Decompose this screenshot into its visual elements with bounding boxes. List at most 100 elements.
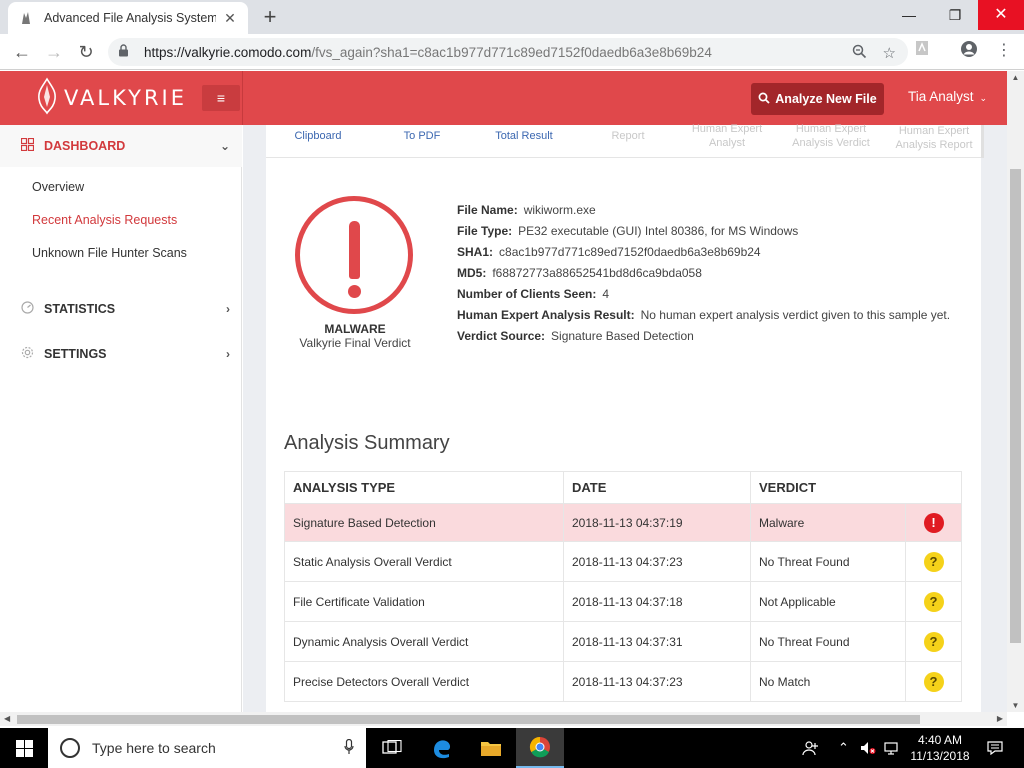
sidebar-settings-label: SETTINGS: [44, 347, 107, 361]
tab-title: Advanced File Analysis System | V: [44, 11, 216, 25]
scroll-down-arrow-icon[interactable]: ▼: [1007, 701, 1024, 710]
chevron-right-icon: ›: [226, 302, 230, 316]
analysis-summary-title: Analysis Summary: [284, 432, 450, 454]
menu-toggle-button[interactable]: ≡: [202, 85, 240, 111]
horizontal-scrollbar[interactable]: ◀ ▶: [0, 712, 1007, 726]
browser-menu-icon[interactable]: ⋮: [996, 40, 1012, 60]
tool-label: Clipboard: [294, 130, 342, 142]
column-header-verdict: VERDICT: [750, 471, 962, 504]
restore-window-button[interactable]: ❐: [932, 0, 978, 30]
scroll-right-arrow-icon[interactable]: ▶: [997, 712, 1003, 726]
sidebar-dashboard-label: DASHBOARD: [44, 139, 126, 153]
close-window-button[interactable]: ✕: [978, 0, 1024, 30]
table-row: File Certificate Validation 2018-11-13 0…: [284, 581, 962, 622]
reload-icon[interactable]: ↻: [74, 40, 98, 64]
zoom-icon[interactable]: [852, 44, 867, 63]
task-view-icon[interactable]: [368, 728, 416, 768]
cell-analysis-type: Signature Based Detection: [284, 503, 564, 542]
cell-date: 2018-11-13 04:37:23: [563, 661, 751, 702]
cell-date: 2018-11-13 04:37:19: [563, 503, 751, 542]
verdict-label: MALWARE: [324, 322, 386, 336]
file-info-value: PE32 executable (GUI) Intel 80386, for M…: [518, 224, 799, 238]
cell-analysis-type: Static Analysis Overall Verdict: [284, 541, 564, 582]
table-row: Precise Detectors Overall Verdict 2018-1…: [284, 661, 962, 702]
bookmark-star-icon[interactable]: ☆: [883, 44, 896, 63]
vertical-scrollbar[interactable]: ▲ ▼: [1007, 71, 1024, 712]
chevron-down-icon: ⌄: [979, 93, 988, 103]
user-menu[interactable]: Tia Analyst ⌄: [908, 89, 987, 104]
taskbar-search-box[interactable]: Type here to search: [48, 728, 366, 768]
analyze-new-file-button[interactable]: Analyze New File: [751, 83, 884, 115]
question-mark-icon: ?: [923, 591, 944, 612]
scroll-thumb[interactable]: [17, 715, 920, 724]
clock-time: 4:40 AM: [917, 733, 963, 747]
file-info-value: Signature Based Detection: [551, 329, 694, 343]
table-row: Dynamic Analysis Overall Verdict 2018-11…: [284, 621, 962, 662]
network-icon[interactable]: [884, 728, 900, 768]
cell-verdict: No Threat Found: [750, 621, 906, 662]
table-header-row: ANALYSIS TYPE DATE VERDICT: [284, 471, 962, 504]
sidebar-item-overview[interactable]: Overview: [32, 180, 84, 194]
verdict-subtitle: Valkyrie Final Verdict: [299, 336, 411, 350]
action-center-icon[interactable]: [980, 728, 1010, 768]
tool-label: Human Expert: [898, 125, 970, 137]
file-info-value: No human expert analysis verdict given t…: [640, 308, 951, 322]
tool-label: Analysis Verdict: [792, 137, 870, 149]
cell-verdict: Malware: [750, 503, 906, 542]
cell-date: 2018-11-13 04:37:31: [563, 621, 751, 662]
profile-avatar-icon[interactable]: [960, 40, 978, 63]
pdf-extension-icon[interactable]: [914, 40, 930, 61]
table-row: Signature Based Detection 2018-11-13 04:…: [284, 503, 962, 542]
clock-date: 11/13/2018: [910, 749, 970, 763]
people-icon[interactable]: [802, 728, 820, 768]
tool-copy-clipboard[interactable]: Clipboard: [285, 129, 351, 143]
tool-human-expert-analyst: Human Expert Analyst: [684, 122, 770, 150]
browser-tab[interactable]: Advanced File Analysis System | V ✕: [8, 2, 248, 34]
edge-browser-icon[interactable]: [418, 728, 466, 768]
url-host: https://valkyrie.comodo.com: [144, 44, 312, 60]
cell-analysis-type: Precise Detectors Overall Verdict: [284, 661, 564, 702]
table-row: Static Analysis Overall Verdict 2018-11-…: [284, 541, 962, 582]
file-info-row: File Name: wikiworm.exe: [457, 203, 596, 217]
file-info-key: MD5:: [457, 266, 487, 280]
chevron-right-icon: ›: [226, 347, 230, 361]
chrome-browser-icon[interactable]: [516, 728, 564, 768]
address-bar[interactable]: https://valkyrie.comodo.com/fvs_again?sh…: [108, 38, 908, 66]
file-info-key: Human Expert Analysis Result:: [457, 308, 635, 322]
sidebar-item-unknown-file-hunter-scans[interactable]: Unknown File Hunter Scans: [32, 246, 187, 260]
tool-label: Human Expert: [691, 123, 763, 135]
taskbar-search-placeholder: Type here to search: [92, 740, 216, 756]
sidebar-section-settings[interactable]: SETTINGS ›: [0, 333, 242, 375]
question-mark-icon: ?: [923, 631, 944, 652]
tool-total-result[interactable]: Total Result: [486, 129, 562, 143]
scroll-up-arrow-icon[interactable]: ▲: [1007, 73, 1024, 82]
close-tab-icon[interactable]: ✕: [222, 10, 238, 27]
taskbar-clock[interactable]: 4:40 AM 11/13/2018: [906, 732, 974, 764]
sidebar: DASHBOARD ⌄ Overview Recent Analysis Req…: [0, 125, 242, 712]
search-icon: [758, 92, 770, 107]
microphone-icon[interactable]: [344, 738, 354, 758]
back-arrow-icon[interactable]: ←: [10, 40, 34, 64]
cell-date: 2018-11-13 04:37:18: [563, 581, 751, 622]
file-info-row: Human Expert Analysis Result: No human ex…: [457, 308, 950, 322]
file-explorer-icon[interactable]: [467, 728, 515, 768]
minimize-window-button[interactable]: —: [886, 0, 932, 30]
file-info-key: File Type:: [457, 224, 513, 238]
file-info-value: f68872773a88652541bd8d6ca9bda058: [492, 266, 702, 280]
tool-export-pdf[interactable]: To PDF: [392, 129, 452, 143]
dashboard-grid-icon: [20, 137, 34, 154]
browser-titlebar: Advanced File Analysis System | V ✕ + — …: [0, 0, 1024, 34]
scroll-left-arrow-icon[interactable]: ◀: [4, 712, 10, 726]
file-info-row: MD5: f68872773a88652541bd8d6ca9bda058: [457, 266, 702, 280]
sidebar-item-recent-analysis-requests[interactable]: Recent Analysis Requests: [32, 213, 177, 227]
analysis-summary-table: ANALYSIS TYPE DATE VERDICT Signature Bas…: [284, 471, 962, 702]
windows-start-icon[interactable]: [0, 728, 48, 768]
show-hidden-icons-chevron-icon[interactable]: ⌃: [838, 728, 849, 768]
sidebar-section-statistics[interactable]: STATISTICS ›: [0, 288, 242, 330]
scroll-thumb[interactable]: [1010, 169, 1021, 643]
volume-muted-icon[interactable]: [860, 728, 876, 768]
sidebar-section-dashboard[interactable]: DASHBOARD ⌄: [0, 125, 242, 167]
forward-arrow-icon[interactable]: →: [42, 40, 66, 64]
new-tab-button[interactable]: +: [256, 4, 284, 30]
malware-warning-icon: [295, 196, 413, 314]
